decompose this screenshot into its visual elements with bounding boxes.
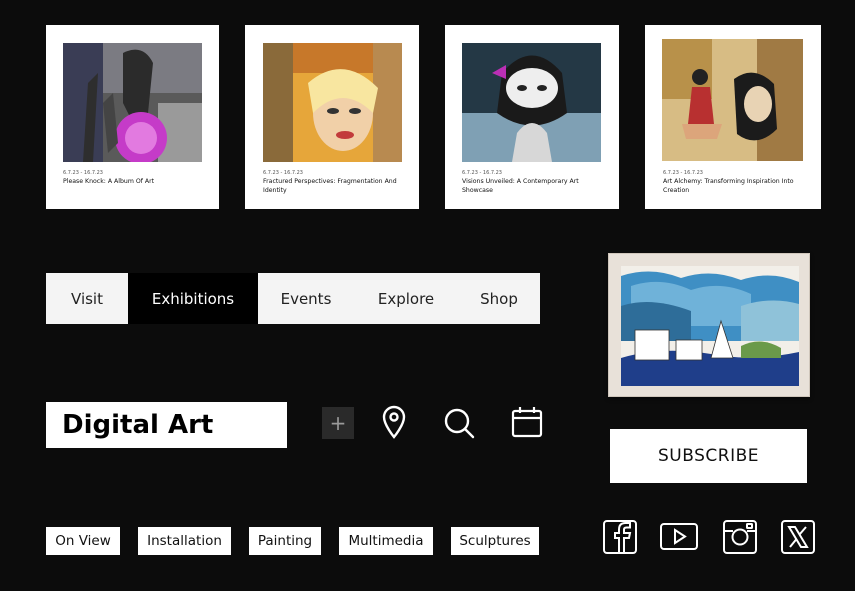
nav-item-shop[interactable]: Shop <box>458 273 540 324</box>
filter-chip-installation[interactable]: Installation <box>138 527 231 555</box>
youtube-icon[interactable] <box>659 519 699 555</box>
artwork-image <box>621 266 799 386</box>
instagram-icon[interactable] <box>722 519 758 555</box>
card-title[interactable]: Visions Unveiled: A Contemporary Art Sho… <box>462 178 607 195</box>
search-icon[interactable] <box>441 405 477 441</box>
exhibition-card-1[interactable]: 6.7.23 - 16.7.23 Please Knock: A Album O… <box>46 25 219 209</box>
exhibition-card-4[interactable]: 6.7.23 - 16.7.23 Art Alchemy: Transformi… <box>645 25 821 209</box>
card-date: 6.7.23 - 16.7.23 <box>663 170 703 176</box>
artwork-thumbnail <box>263 43 402 162</box>
filter-chip-multimedia[interactable]: Multimedia <box>339 527 433 555</box>
nav-item-exhibitions[interactable]: Exhibitions <box>128 273 258 324</box>
nav-item-explore[interactable]: Explore <box>354 273 458 324</box>
artwork-thumbnail <box>662 39 803 161</box>
calendar-icon[interactable] <box>510 405 544 439</box>
filter-chip-on-view[interactable]: On View <box>46 527 120 555</box>
card-title[interactable]: Fractured Perspectives: Fragmentation An… <box>263 178 408 195</box>
filter-chip-sculptures[interactable]: Sculptures <box>451 527 539 555</box>
artwork-thumbnail <box>462 43 601 162</box>
filter-chip-painting[interactable]: Painting <box>249 527 321 555</box>
exhibition-card-2[interactable]: 6.7.23 - 16.7.23 Fractured Perspectives:… <box>245 25 419 209</box>
exhibition-card-3[interactable]: 6.7.23 - 16.7.23 Visions Unveiled: A Con… <box>445 25 619 209</box>
card-title[interactable]: Art Alchemy: Transforming Inspiration In… <box>663 178 808 195</box>
x-icon[interactable] <box>780 519 816 555</box>
main-navigation: Visit Exhibitions Events Explore Shop <box>46 273 540 324</box>
nav-item-visit[interactable]: Visit <box>46 273 128 324</box>
card-title[interactable]: Please Knock: A Album Of Art <box>63 178 208 187</box>
artwork-thumbnail <box>63 43 202 162</box>
subscribe-button[interactable]: SUBSCRIBE <box>610 429 807 483</box>
plus-icon[interactable]: + <box>322 407 354 439</box>
nav-item-events[interactable]: Events <box>258 273 354 324</box>
search-input[interactable]: Digital Art <box>46 402 287 448</box>
location-pin-icon[interactable] <box>379 404 409 440</box>
card-date: 6.7.23 - 16.7.23 <box>462 170 502 176</box>
facebook-icon[interactable] <box>602 519 638 555</box>
framed-artwork <box>608 253 810 397</box>
card-date: 6.7.23 - 16.7.23 <box>263 170 303 176</box>
card-date: 6.7.23 - 16.7.23 <box>63 170 103 176</box>
